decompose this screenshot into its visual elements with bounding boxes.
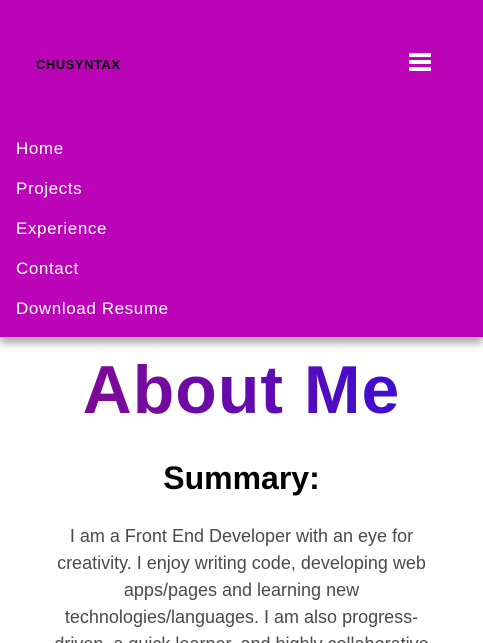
navbar: CHUSYNTAX Home Projects Experience Conta…: [0, 0, 483, 337]
nav-link-experience[interactable]: Experience: [16, 219, 107, 238]
nav-link-contact[interactable]: Contact: [16, 259, 79, 278]
nav-link-projects[interactable]: Projects: [16, 179, 82, 198]
nav-item-projects: Projects: [16, 179, 169, 219]
nav-item-download-resume: Download Resume: [16, 299, 169, 339]
nav-link-download-resume[interactable]: Download Resume: [16, 299, 169, 318]
hamburger-menu-icon[interactable]: [409, 51, 433, 73]
nav-item-contact: Contact: [16, 259, 169, 299]
nav-link-home[interactable]: Home: [16, 139, 64, 158]
nav-item-experience: Experience: [16, 219, 169, 259]
about-title: About Me: [0, 350, 483, 430]
summary-text: I am a Front End Developer with an eye f…: [54, 526, 428, 643]
nav-item-home: Home: [16, 139, 169, 179]
hamburger-line: [409, 53, 431, 57]
summary-heading: Summary:: [163, 460, 320, 496]
brand-logo[interactable]: CHUSYNTAX: [36, 57, 120, 72]
hamburger-line: [409, 67, 431, 71]
hamburger-line: [409, 60, 431, 64]
nav-menu: Home Projects Experience Contact Downloa…: [16, 139, 169, 339]
page: CHUSYNTAX Home Projects Experience Conta…: [0, 0, 483, 643]
